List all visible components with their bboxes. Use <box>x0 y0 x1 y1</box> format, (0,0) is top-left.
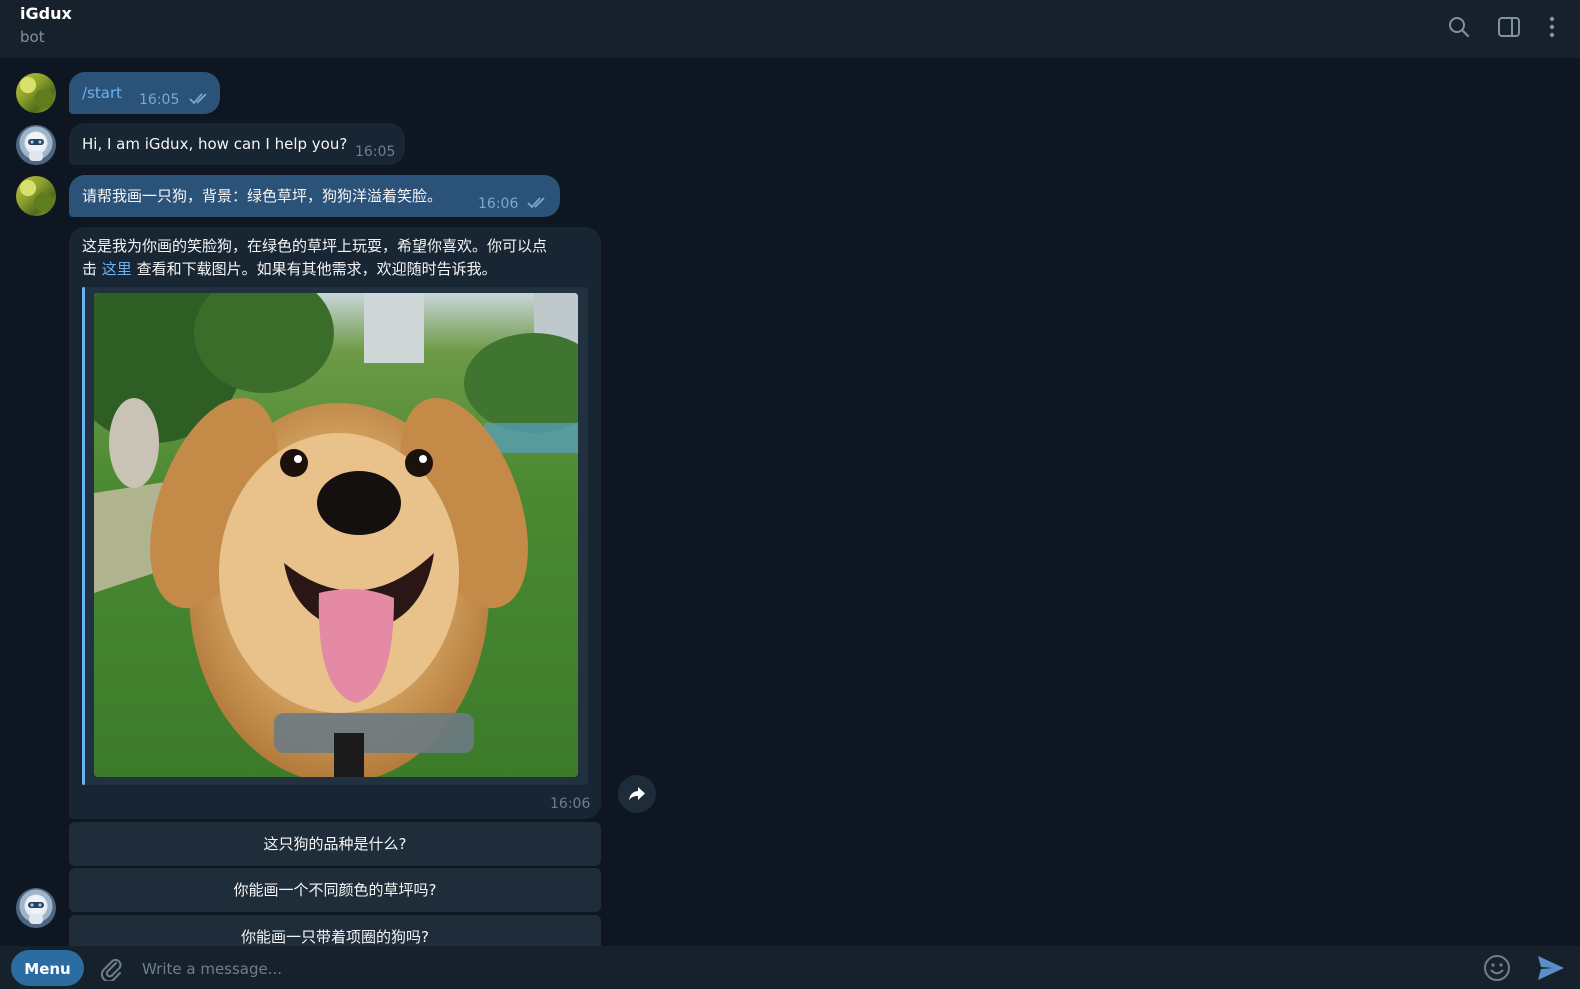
message-time: 16:06 <box>478 196 519 212</box>
message-list[interactable]: /start 16:05 Hi, I am iGdux, how can I h… <box>0 58 1580 946</box>
message-text[interactable]: 请帮我画一只狗，背景：绿色草坪，狗狗洋溢着笑脸。 <box>82 185 442 207</box>
message-bubble-incoming-image[interactable]: 这是我为你画的笑脸狗，在绿色的草坪上玩耍，希望你喜欢。你可以点 击 这里 查看和… <box>69 227 601 819</box>
attach-icon[interactable] <box>96 954 126 982</box>
bot-menu-button[interactable]: Menu <box>11 950 84 986</box>
telegram-chat-window: iGdux bot /start 16:05 Hi, I am iGdux, h… <box>0 0 1580 989</box>
emoji-icon[interactable] <box>1482 953 1512 983</box>
chat-header: iGdux bot <box>0 0 1580 58</box>
message-time: 16:05 <box>355 144 396 160</box>
message-bubble-outgoing[interactable]: /start 16:05 <box>69 72 220 114</box>
message-composer: Menu <box>0 946 1580 989</box>
message-line-2-suffix: 查看和下载图片。如果有其他需求，欢迎随时告诉我。 <box>131 260 497 278</box>
download-link[interactable]: 这里 <box>102 260 132 278</box>
inline-keyboard-button[interactable]: 你能画一只带着项圈的狗吗? <box>69 915 601 946</box>
bot-avatar[interactable] <box>16 888 56 928</box>
message-bubble-outgoing[interactable]: 请帮我画一只狗，背景：绿色草坪，狗狗洋溢着笑脸。 16:06 <box>69 175 560 217</box>
chat-title[interactable]: iGdux <box>20 4 72 23</box>
link-preview[interactable] <box>82 287 588 785</box>
inline-keyboard-button[interactable]: 这只狗的品种是什么? <box>69 822 601 866</box>
search-icon[interactable] <box>1444 12 1474 42</box>
generated-dog-image[interactable] <box>94 293 578 777</box>
user-avatar[interactable] <box>16 176 56 216</box>
forward-button[interactable] <box>618 775 656 813</box>
message-time: 16:05 <box>139 92 180 108</box>
bot-avatar[interactable] <box>16 125 56 165</box>
double-check-icon <box>527 197 545 209</box>
forward-arrow-icon <box>629 787 645 801</box>
message-text[interactable]: 这是我为你画的笑脸狗，在绿色的草坪上玩耍，希望你喜欢。你可以点 击 这里 查看和… <box>82 235 582 281</box>
double-check-icon <box>189 93 207 105</box>
message-line-2-prefix: 击 <box>82 260 102 278</box>
inline-keyboard-button[interactable]: 你能画一个不同颜色的草坪吗? <box>69 868 601 912</box>
sidebar-toggle-icon[interactable] <box>1494 12 1524 42</box>
message-text[interactable]: Hi, I am iGdux, how can I help you? <box>82 133 347 155</box>
message-text[interactable]: /start <box>82 82 122 104</box>
message-input[interactable] <box>140 954 1464 984</box>
more-vertical-icon[interactable] <box>1537 12 1567 42</box>
user-avatar[interactable] <box>16 73 56 113</box>
message-bubble-incoming[interactable]: Hi, I am iGdux, how can I help you? 16:0… <box>69 123 405 165</box>
preview-accent-bar <box>82 287 85 785</box>
message-time: 16:06 <box>550 796 591 812</box>
message-line-1: 这是我为你画的笑脸狗，在绿色的草坪上玩耍，希望你喜欢。你可以点 <box>82 237 548 255</box>
chat-subtitle: bot <box>20 28 45 46</box>
send-icon[interactable] <box>1534 953 1568 983</box>
